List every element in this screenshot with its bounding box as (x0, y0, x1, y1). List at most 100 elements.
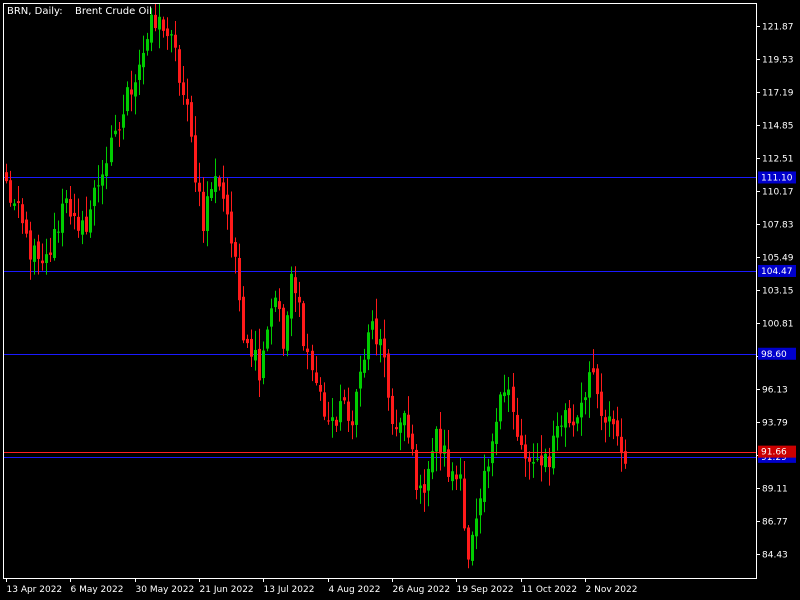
candle-body (536, 458, 539, 460)
candle-body (596, 368, 599, 395)
candle-body (439, 428, 442, 454)
candle-body (363, 359, 366, 373)
candle-body (512, 386, 515, 412)
candle-body (222, 182, 225, 199)
candle-body (600, 391, 603, 416)
y-tick-label: 112.51 (762, 155, 794, 165)
y-tick-label: 100.81 (762, 320, 794, 330)
candle-body (588, 372, 591, 398)
candle-body (584, 397, 587, 401)
candle-body (616, 420, 619, 437)
candle-body (311, 350, 314, 371)
candle-body (226, 194, 229, 215)
candle-body (29, 230, 32, 260)
x-tick-label: 4 Aug 2022 (329, 585, 381, 595)
candle-body (459, 474, 462, 479)
candle-body (302, 303, 305, 347)
candle-body (435, 428, 438, 452)
candle-body (467, 527, 470, 560)
candle-body (65, 198, 68, 204)
candle-body (77, 216, 80, 231)
candle-body (13, 203, 16, 206)
candle-body (5, 172, 8, 182)
candle-body (556, 426, 559, 438)
candle-body (17, 201, 20, 203)
chart-instrument-title: Brent Crude Oil (75, 6, 152, 17)
candle-body (154, 14, 157, 29)
candle-body (580, 402, 583, 418)
candle-body (134, 82, 137, 97)
candle-body (81, 220, 84, 235)
x-tick-label: 30 May 2022 (136, 585, 195, 595)
candle-body (202, 191, 205, 232)
candle-body (343, 397, 346, 401)
x-tick-label: 13 Apr 2022 (7, 585, 63, 595)
y-tick-label: 93.79 (762, 419, 788, 429)
candle-body (101, 174, 104, 186)
y-tick-label: 103.15 (762, 287, 794, 297)
candle-body (604, 417, 607, 423)
candle-body (234, 242, 237, 257)
candle-body (451, 471, 454, 482)
candle-body (158, 16, 161, 30)
y-tick-label: 110.17 (762, 188, 794, 198)
candle-body (475, 518, 478, 537)
candle-body (89, 209, 92, 233)
candle-body (93, 187, 96, 207)
candle-body (266, 329, 269, 349)
chart-background (0, 0, 800, 600)
y-tick-label: 86.77 (762, 518, 788, 528)
candle-body (463, 478, 466, 529)
candle-body (347, 401, 350, 421)
candle-body (254, 349, 257, 361)
candle-body (327, 420, 330, 422)
candle-body (85, 216, 88, 232)
candle-body (407, 414, 410, 438)
y-tick-label: 105.49 (762, 254, 794, 264)
candle-body (49, 252, 52, 255)
candle-body (411, 433, 414, 450)
candle-body (25, 219, 28, 234)
candle-body (479, 498, 482, 516)
chart-symbol-label: BRN, Daily: (7, 6, 63, 17)
level-label: 104.47 (761, 267, 793, 277)
candle-body (33, 245, 36, 262)
candle-body (487, 466, 490, 472)
candle-body (97, 185, 100, 187)
candle-body (306, 348, 309, 353)
candle-body (359, 371, 362, 389)
candle-body (142, 52, 145, 68)
candle-body (355, 391, 358, 425)
x-tick-label: 26 Aug 2022 (393, 585, 451, 595)
candle-body (194, 135, 197, 183)
candle-body (146, 39, 149, 51)
candle-body (532, 462, 535, 464)
candle-body (61, 203, 64, 233)
candle-body (516, 414, 519, 437)
candlestick-chart: 121.87 119.53 117.19 114.85 112.51 110.17 107.… (0, 0, 800, 600)
candle-body (323, 392, 326, 417)
candle-body (419, 485, 422, 489)
candle-body (431, 451, 434, 473)
candle-body (520, 435, 523, 446)
candle (266, 326, 269, 352)
candle-body (170, 34, 173, 36)
candle-body (395, 427, 398, 430)
y-tick-label: 107.83 (762, 221, 794, 231)
candle-body (548, 456, 551, 468)
candle-body (528, 457, 531, 462)
y-tick-label: 121.87 (762, 23, 794, 33)
candle-body (37, 241, 40, 259)
x-tick-label: 2 Nov 2022 (586, 585, 638, 595)
candle-body (53, 228, 56, 258)
candle (190, 95, 193, 143)
candle-body (190, 102, 193, 137)
x-tick-label: 19 Sep 2022 (457, 585, 514, 595)
candle-body (483, 470, 486, 502)
y-tick-label: 117.19 (762, 89, 794, 99)
candle (286, 311, 289, 357)
candle-body (126, 87, 129, 112)
candle-body (592, 368, 595, 373)
candle-body (110, 137, 113, 163)
candle-body (499, 394, 502, 422)
